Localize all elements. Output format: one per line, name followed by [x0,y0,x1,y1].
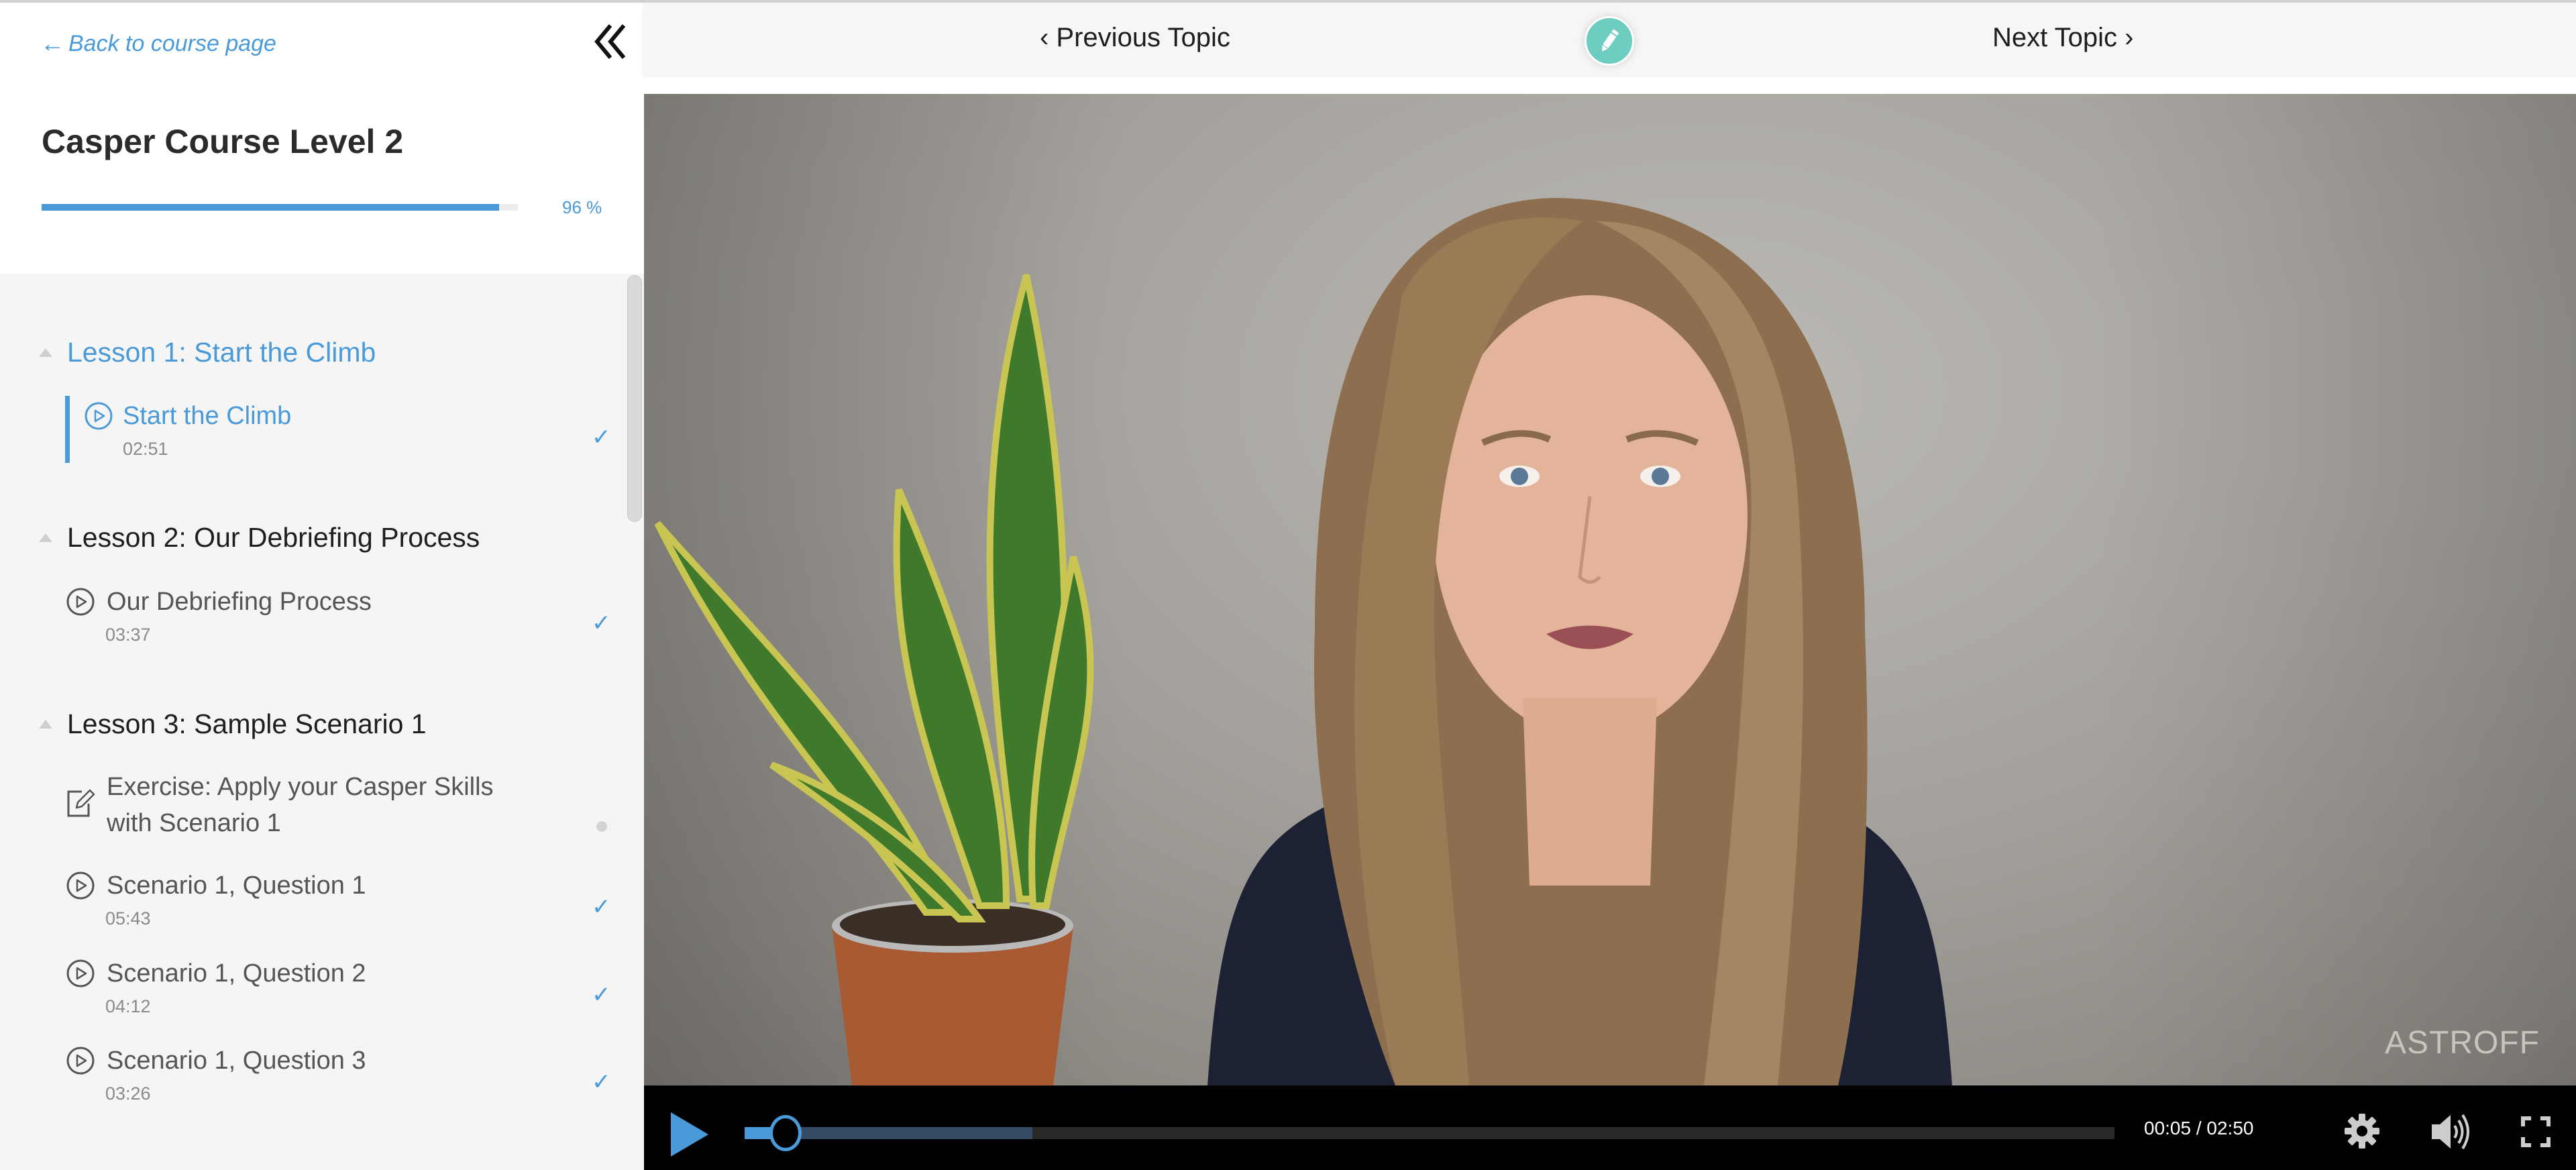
lesson-list: Lesson 1: Start the Climb Start the Clim… [0,274,644,1170]
lesson-header-1[interactable]: Lesson 1: Start the Climb [0,332,624,372]
complete-check-icon: ✓ [592,982,611,1008]
nav-spacer [644,77,2576,94]
seek-thumb[interactable] [769,1115,802,1151]
lesson-title: Lesson 1: Start the Climb [67,336,376,368]
topic-title-line-1: Exercise: Apply your Casper Skills [107,773,494,801]
sidebar-scrollbar[interactable] [627,275,642,522]
sidebar-header: ← Back to course page Casper Course Leve… [0,0,644,274]
topic-navigation-bar: ‹ Previous Topic Next Topic › [644,0,2576,77]
play-circle-icon [66,871,95,900]
previous-topic-button[interactable]: ‹ Previous Topic [1040,23,1230,53]
topic-title-line-2: with Scenario 1 [107,809,281,837]
topic-duration: 05:43 [105,908,151,928]
play-icon[interactable] [671,1112,708,1157]
course-progress-fill [42,204,499,211]
back-link-label: Back to course page [68,30,276,56]
video-watermark: ASTROFF [2385,1025,2540,1061]
topic-title: Scenario 1, Question 2 [107,959,366,988]
video-player-frame[interactable]: ASTROFF [644,94,2576,1085]
topic-duration: 03:26 [105,1083,151,1104]
lesson-title: Lesson 3: Sample Scenario 1 [67,708,427,739]
edit-notes-button[interactable] [1585,16,1634,66]
seek-bar[interactable] [745,1115,2114,1151]
pencil-icon [1602,30,1619,52]
topic-item[interactable]: Start the Climb 02:51 ✓ [0,396,624,463]
time-readout: 00:05 / 02:50 [2144,1118,2254,1138]
collapse-triangle-icon [39,348,52,357]
topic-title: Start the Climb [123,402,292,430]
double-chevron-left-icon [594,24,626,59]
lesson-header-2[interactable]: Lesson 2: Our Debriefing Process [0,517,624,557]
video-controls-bar: 00:05 / 02:50 [644,1085,2576,1170]
volume-icon[interactable] [2432,1112,2472,1151]
topic-duration: 04:12 [105,996,151,1016]
edit-exercise-icon [67,789,95,817]
video-frame-illustration [654,198,1952,1085]
topic-item[interactable]: Our Debriefing Process 03:37 ✓ [0,582,624,649]
course-progress-label: 96 % [562,197,602,217]
play-circle-icon [66,959,95,988]
collapse-triangle-icon [39,533,52,542]
topic-item[interactable]: Scenario 1, Question 3 03:26 ✓ [0,1041,624,1108]
complete-check-icon: ✓ [592,425,611,450]
complete-check-icon: ✓ [592,1069,611,1095]
play-circle-icon [66,1047,95,1075]
topic-duration: 02:51 [123,439,168,459]
gear-icon[interactable] [2345,1114,2379,1149]
incomplete-status-dot [596,821,607,832]
active-topic-indicator [65,396,70,463]
complete-check-icon: ✓ [592,610,611,636]
play-circle-icon [85,402,113,430]
course-sidebar: ← Back to course page Casper Course Leve… [0,0,644,1170]
lesson-title: Lesson 2: Our Debriefing Process [67,521,480,553]
topic-title: Scenario 1, Question 3 [107,1047,366,1075]
topic-duration: 03:37 [105,625,151,645]
complete-check-icon: ✓ [592,894,611,920]
topic-item[interactable]: Scenario 1, Question 1 05:43 ✓ [0,865,624,933]
course-progress-bar [42,204,518,211]
topic-item[interactable]: Exercise: Apply your Casper Skills with … [0,769,624,843]
topic-title: Our Debriefing Process [107,588,372,616]
collapse-sidebar-button[interactable] [590,21,631,62]
play-circle-icon [66,588,95,616]
topic-item[interactable]: Scenario 1, Question 2 04:12 ✓ [0,953,624,1020]
arrow-left-icon: ← [40,30,64,57]
topic-title: Scenario 1, Question 1 [107,871,366,900]
lesson-header-3[interactable]: Lesson 3: Sample Scenario 1 [0,704,624,744]
next-topic-button[interactable]: Next Topic › [1992,23,2133,53]
collapse-triangle-icon [39,719,52,729]
fullscreen-icon[interactable] [2521,1116,2551,1147]
back-to-course-link[interactable]: ← Back to course page [40,30,276,58]
course-title: Casper Course Level 2 [42,123,404,160]
